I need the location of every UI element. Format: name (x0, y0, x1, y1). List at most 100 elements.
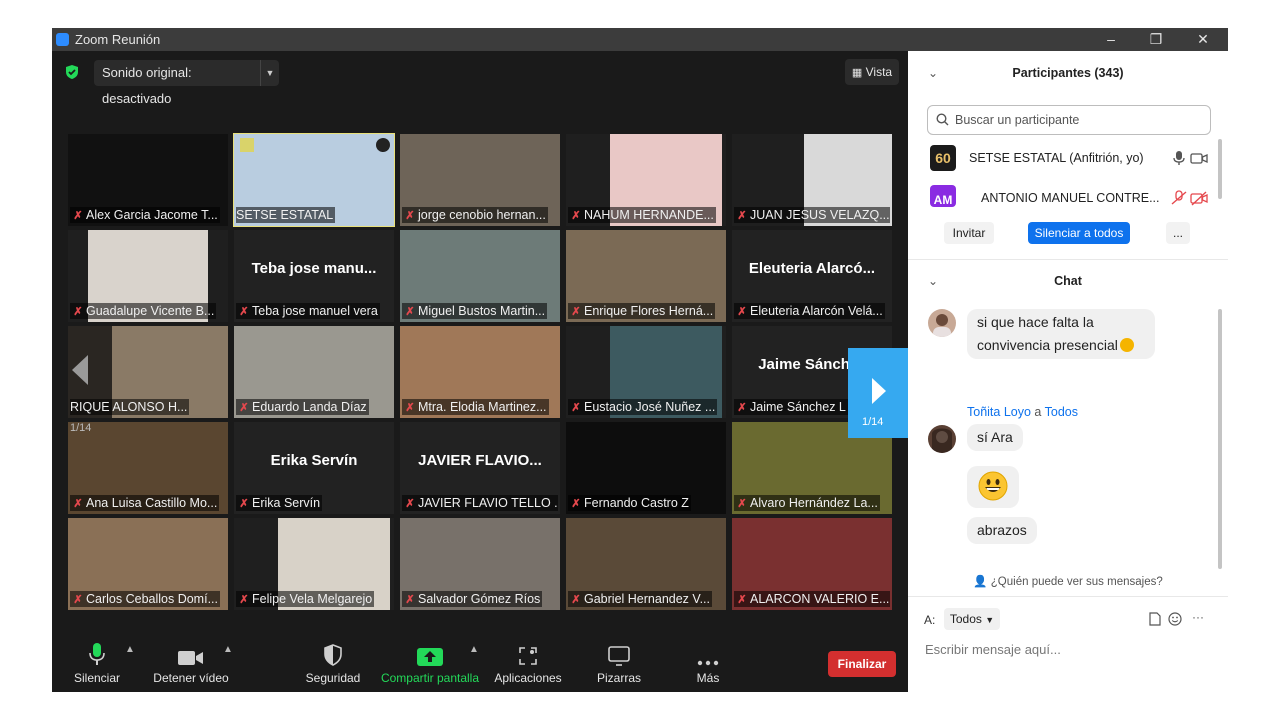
chat-scrollbar[interactable] (1218, 309, 1222, 569)
page-indicator-right: 1/14 (862, 416, 884, 428)
video-tile[interactable]: ✗ Eustacio José Nuñez ... (566, 326, 726, 418)
participants-header: ⌄ Participantes (343) (908, 66, 1228, 86)
participant-name: Fernando Castro Z (584, 496, 689, 510)
collapse-chevron-icon[interactable]: ⌄ (928, 274, 938, 288)
meeting-toolbar: Silenciar ▲ Detener vídeo ▲ Seguridad Co… (52, 636, 908, 692)
chat-avatar (928, 425, 956, 453)
participant-name-label: ✗ Alex Garcia Jacome T... (70, 207, 220, 223)
video-tile[interactable]: ✗ Gabriel Hernandez V... (566, 518, 726, 610)
zoom-window: Zoom Reunión – ❐ ✕ Sonido original: desa… (52, 28, 1228, 692)
video-tile[interactable]: ✗ jorge cenobio hernan... (400, 134, 560, 226)
chat-message-input[interactable]: Escribir mensaje aquí... (925, 642, 1061, 657)
video-tile[interactable]: ✗ Miguel Bustos Martin... (400, 230, 560, 322)
grinning-face-icon (978, 471, 1008, 501)
participant-name: Gabriel Hernandez V... (584, 592, 711, 606)
mic-muted-icon: ✗ (239, 498, 249, 510)
restore-button[interactable]: ❐ (1133, 29, 1179, 50)
side-panel: ⌄ Participantes (343) Buscar un particip… (908, 51, 1228, 692)
video-tile[interactable]: ✗ ALARCON VALERIO E... (732, 518, 892, 610)
participants-title: Participantes (343) (1012, 66, 1124, 80)
emoji-icon[interactable] (1168, 612, 1182, 626)
previous-page-arrow-icon[interactable] (70, 353, 92, 387)
chat-message: abrazos (967, 517, 1037, 544)
participant-name-label: ✗ NAHUM HERNANDE... (568, 207, 716, 223)
participant-search-input[interactable]: Buscar un participante (927, 105, 1211, 135)
end-meeting-button[interactable]: Finalizar (828, 651, 896, 677)
chat-recipient-row: A: Todos ▼ ··· (924, 608, 1214, 632)
chevron-down-icon: ▼ (985, 615, 995, 625)
more-options-icon[interactable]: ··· (1192, 610, 1204, 624)
chat-header: ⌄ Chat (908, 274, 1228, 294)
mic-muted-icon: ✗ (405, 594, 415, 606)
participant-name-label: ✗ Felipe Vela Melgarejo (236, 591, 375, 607)
chat-sender-separator: a (1034, 405, 1042, 419)
participants-scrollbar[interactable] (1218, 139, 1222, 199)
video-tile[interactable]: JAVIER FLAVIO... ✗ JAVIER FLAVIO TELLO ... (400, 422, 560, 514)
video-tile[interactable]: ✗ Enrique Flores Herná... (566, 230, 726, 322)
stop-video-button[interactable]: Detener vídeo (150, 636, 232, 692)
more-button[interactable]: Más (682, 636, 734, 692)
video-tile[interactable]: ✗ Mtra. Elodia Martinez... (400, 326, 560, 418)
more-dots-icon (697, 660, 719, 666)
video-tile[interactable]: Eleuteria Alarcó... ✗ Eleuteria Alarcón Ve… (732, 230, 892, 322)
participants-more-button[interactable]: ... (1166, 222, 1190, 244)
participant-display-name: Teba jose manu... (251, 260, 377, 277)
video-options-caret[interactable]: ▲ (223, 644, 233, 655)
whiteboards-button[interactable]: Pizarras (592, 636, 646, 692)
participant-name-label: ✗ Eduardo Landa Díaz (236, 399, 369, 415)
video-tile[interactable]: ✗ Ana Luisa Castillo Mo... (68, 422, 228, 514)
share-screen-button[interactable]: Compartir pantalla (380, 636, 480, 692)
participant-name-label: ✗ Eleuteria Alarcón Velá... (734, 303, 885, 319)
participant-row[interactable]: 60 SETSE ESTATAL (Anfitrión, yo) (928, 145, 1208, 173)
next-page-button[interactable]: 1/14 (848, 348, 908, 438)
recipient-select[interactable]: Todos ▼ (944, 608, 1000, 630)
video-tile[interactable]: SETSE ESTATAL (233, 133, 395, 227)
close-button[interactable]: ✕ (1180, 29, 1226, 50)
mic-muted-icon[interactable] (1170, 190, 1188, 206)
file-icon[interactable] (1149, 612, 1161, 626)
view-button[interactable]: ▦ Vista (845, 59, 899, 85)
video-tile[interactable]: ✗ Fernando Castro Z (566, 422, 726, 514)
mute-all-button[interactable]: Silenciar a todos (1028, 222, 1130, 244)
share-options-caret[interactable]: ▲ (469, 644, 479, 655)
mic-muted-icon: ✗ (405, 306, 415, 318)
minimize-button[interactable]: – (1088, 29, 1134, 50)
encryption-shield-icon[interactable] (64, 64, 80, 80)
share-screen-label: Compartir pantalla (380, 671, 480, 685)
video-tile[interactable]: ✗ JUAN JESUS VELAZQ... (732, 134, 892, 226)
video-tile[interactable]: RIQUE ALONSO H... (68, 326, 228, 418)
video-tile[interactable]: ✗ Salvador Gómez Ríos (400, 518, 560, 610)
video-tile[interactable]: ✗ Carlos Ceballos Domí... (68, 518, 228, 610)
who-can-see-messages-link[interactable]: 👤 ¿Quién puede ver sus mensajes? (908, 574, 1228, 588)
video-tile[interactable]: ✗ Guadalupe Vicente B... (68, 230, 228, 322)
participant-name-label: ✗ Miguel Bustos Martin... (402, 303, 548, 319)
camera-on-icon[interactable] (1190, 150, 1208, 166)
original-sound-button[interactable]: Sonido original: desactivado (94, 60, 264, 106)
participant-avatar: 60 (930, 145, 956, 171)
participant-name: jorge cenobio hernan... (418, 208, 546, 222)
video-tile[interactable]: Teba jose manu... ✗ Teba jose manuel vera (234, 230, 394, 322)
sad-face-icon (1119, 338, 1134, 352)
video-tile[interactable]: ✗ Felipe Vela Melgarejo (234, 518, 394, 610)
mic-on-icon[interactable] (1170, 150, 1188, 166)
apps-button[interactable]: Aplicaciones (492, 636, 564, 692)
video-tile[interactable]: Erika Servín ✗ Erika Servín (234, 422, 394, 514)
security-button[interactable]: Seguridad (302, 636, 364, 692)
invite-button[interactable]: Invitar (944, 222, 994, 244)
original-sound-dropdown[interactable]: ▼ (260, 60, 279, 86)
participant-name: Carlos Ceballos Domí... (86, 592, 218, 606)
audio-options-caret[interactable]: ▲ (125, 644, 135, 655)
chat-sender-name[interactable]: Toñita Loyo (967, 405, 1031, 419)
participant-display-name: JAVIER FLAVIO... (418, 452, 542, 469)
zoom-app-icon (56, 33, 69, 46)
mute-button[interactable]: Silenciar (68, 636, 126, 692)
camera-off-icon[interactable] (1190, 190, 1208, 206)
collapse-chevron-icon[interactable]: ⌄ (928, 66, 938, 80)
participant-row[interactable]: AM ANTONIO MANUEL CONTRE... (928, 185, 1208, 213)
video-tile[interactable]: ✗ NAHUM HERNANDE... (566, 134, 726, 226)
chat-recipient-name[interactable]: Todos (1045, 405, 1078, 419)
participant-name-label: SETSE ESTATAL (236, 207, 336, 223)
video-tile[interactable]: ✗ Eduardo Landa Díaz (234, 326, 394, 418)
video-tile[interactable]: ✗ Alex Garcia Jacome T... (68, 134, 228, 226)
mic-muted-icon: ✗ (73, 498, 83, 510)
